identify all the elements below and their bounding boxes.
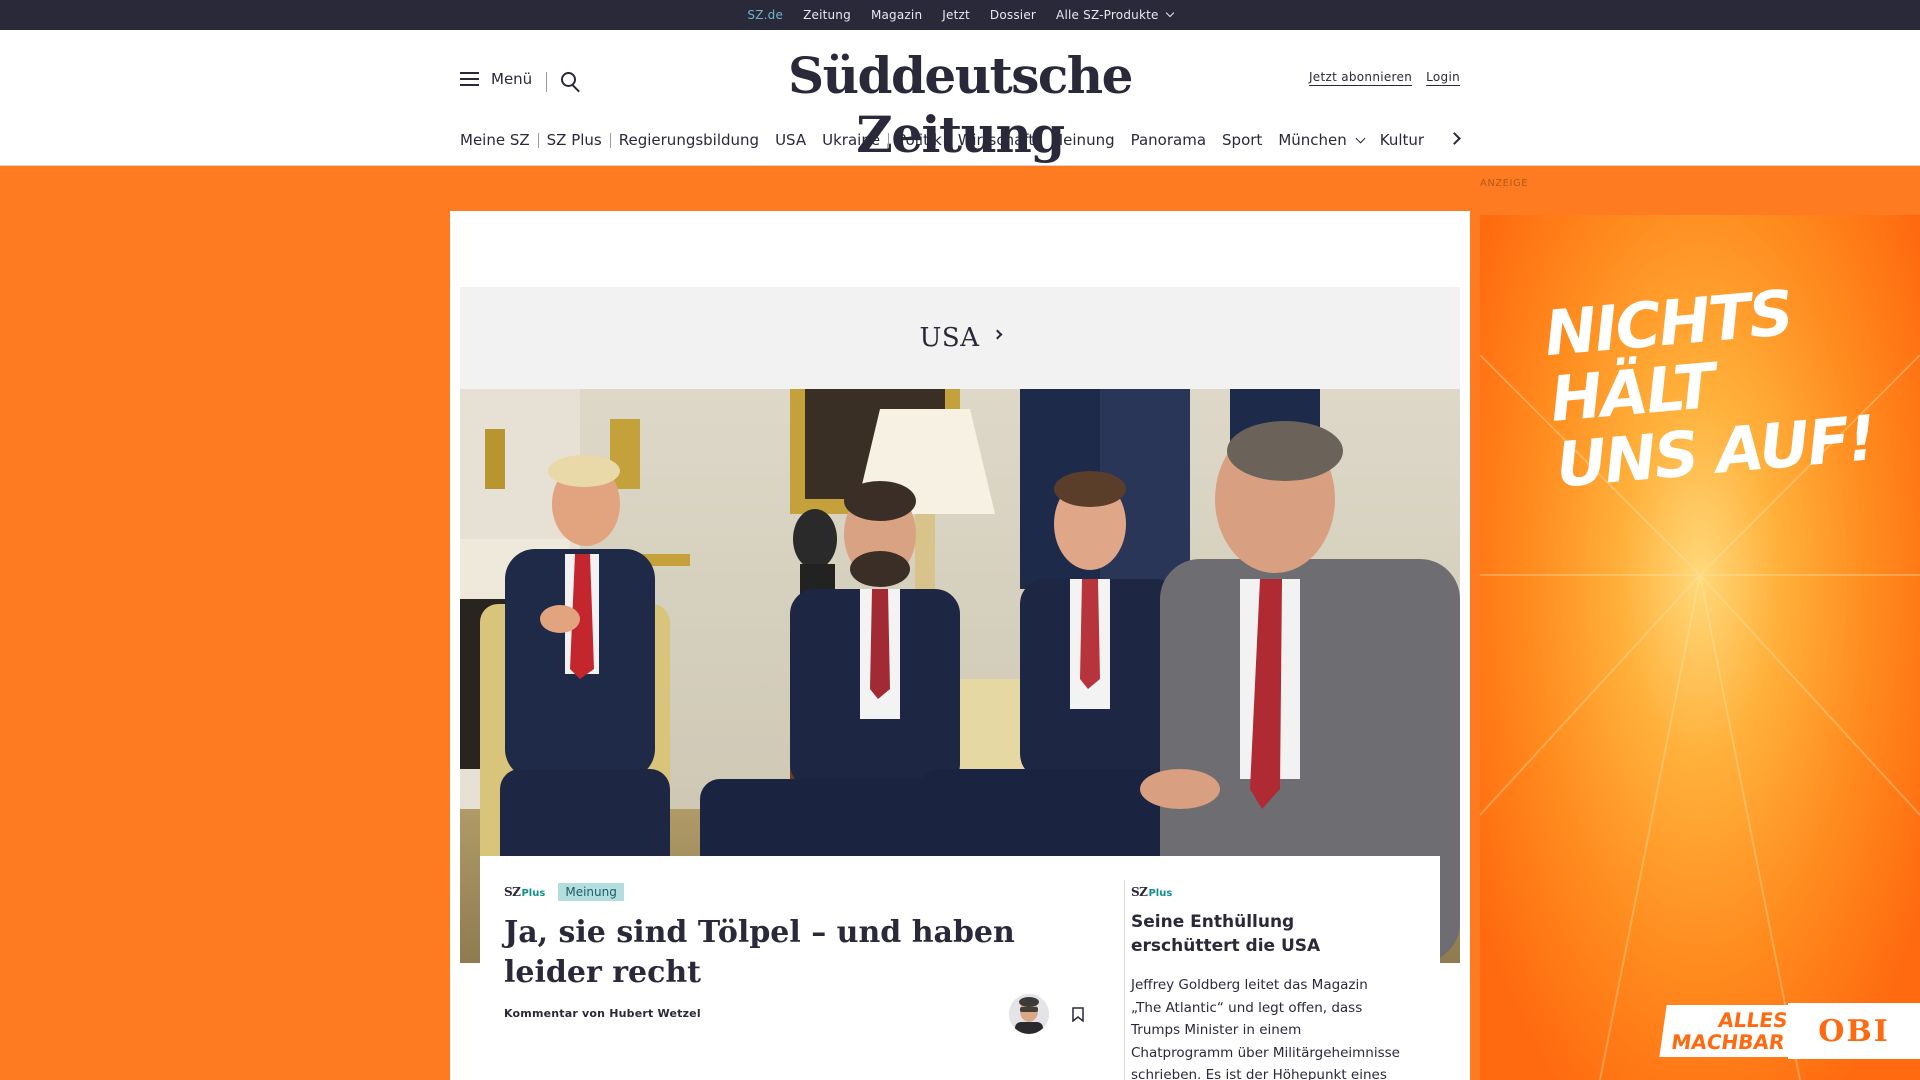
section-header[interactable]: USA [460, 287, 1460, 389]
nav-item-muenchen[interactable]: München [1270, 131, 1371, 149]
sz-plus-logo: SZ Plus [504, 885, 546, 899]
topbar-link-zeitung[interactable]: Zeitung [803, 8, 851, 22]
ad-slogan: NICHTS HÄLT UNS AUF! [1541, 275, 1878, 502]
subscribe-link[interactable]: Jetzt abonnieren [1309, 70, 1412, 84]
topbar-link-dossier[interactable]: Dossier [990, 8, 1036, 22]
nav-item-sz-plus[interactable]: SZ Plus [539, 131, 610, 149]
nav-next-arrow-icon[interactable] [1448, 132, 1461, 145]
main-content: USA SZ Plus Meinung Ja, sie sind Tölpel … [450, 211, 1470, 1080]
nav-item-meinung[interactable]: Meinung [1042, 131, 1122, 149]
chevron-down-icon [1165, 8, 1174, 18]
lead-teaser[interactable]: SZ Plus Meinung Ja, sie sind Tölpel – und… [504, 881, 1094, 1034]
hamburger-icon [460, 72, 479, 86]
top-product-bar: SZ.de Zeitung Magazin Jetzt Dossier Alle… [0, 0, 1920, 36]
side-teaser[interactable]: SZ Plus Seine Enthüllung erschüttert die … [1131, 881, 1401, 1080]
category-badge: Meinung [558, 882, 624, 901]
nav-item-kultur[interactable]: Kultur [1372, 131, 1432, 149]
header-divider [546, 72, 547, 92]
menu-label: Menü [491, 70, 533, 88]
main-navigation: Meine SZ SZ Plus Regierungsbildung USA U… [460, 128, 1432, 152]
nav-item-usa[interactable]: USA [767, 131, 814, 149]
author-avatar [1009, 994, 1049, 1034]
sz-plus-logo: SZ Plus [1131, 885, 1173, 899]
nav-item-sport[interactable]: Sport [1214, 131, 1270, 149]
bookmark-icon[interactable] [1072, 1007, 1084, 1023]
topbar-link-magazin[interactable]: Magazin [871, 8, 922, 22]
topbar-link-jetzt[interactable]: Jetzt [942, 8, 970, 22]
nav-item-meine-sz[interactable]: Meine SZ [460, 131, 538, 149]
site-header: Menü Süddeutsche Zeitung Jetzt abonniere… [0, 30, 1920, 166]
chevron-right-icon [992, 329, 1002, 339]
nav-item-ukraine[interactable]: Ukraine [814, 131, 888, 149]
ad-alles-machbar: ALLES MACHBAR [1659, 1005, 1800, 1057]
obi-advertisement[interactable]: NICHTS HÄLT UNS AUF! ALLES MACHBAR OBI [1480, 215, 1920, 1080]
search-icon[interactable] [561, 72, 583, 94]
ad-label: ANZEIGE [1480, 178, 1529, 189]
topbar-link-szde[interactable]: SZ.de [747, 8, 783, 36]
teaser-headline[interactable]: Ja, sie sind Tölpel – und haben leider r… [504, 913, 1064, 993]
teaser-divider [1124, 880, 1125, 1080]
login-link[interactable]: Login [1426, 70, 1460, 84]
lead-teaser-card: SZ Plus Meinung Ja, sie sind Tölpel – und… [480, 856, 1440, 1080]
nav-item-politik[interactable]: Politik [889, 131, 950, 149]
nav-item-wirtschaft[interactable]: Wirtschaft [950, 131, 1042, 149]
side-teaser-text: Jeffrey Goldberg leitet das Magazin „The… [1131, 977, 1400, 1080]
chevron-down-icon [1355, 133, 1366, 144]
account-links: Jetzt abonnieren Login [1309, 70, 1460, 84]
section-title: USA [919, 323, 980, 353]
menu-button[interactable]: Menü [460, 70, 532, 88]
teaser-byline: Kommentar von Hubert Wetzel [504, 1007, 701, 1020]
topbar-link-alle-produkte[interactable]: Alle SZ-Produkte [1056, 8, 1174, 22]
side-teaser-headline[interactable]: Seine Enthüllung erschüttert die USA [1131, 910, 1401, 958]
teaser-meta: SZ Plus Meinung [504, 881, 1094, 901]
nav-item-panorama[interactable]: Panorama [1123, 131, 1214, 149]
nav-item-regierungsbildung[interactable]: Regierungsbildung [611, 131, 767, 149]
obi-logo: OBI [1788, 1003, 1920, 1059]
